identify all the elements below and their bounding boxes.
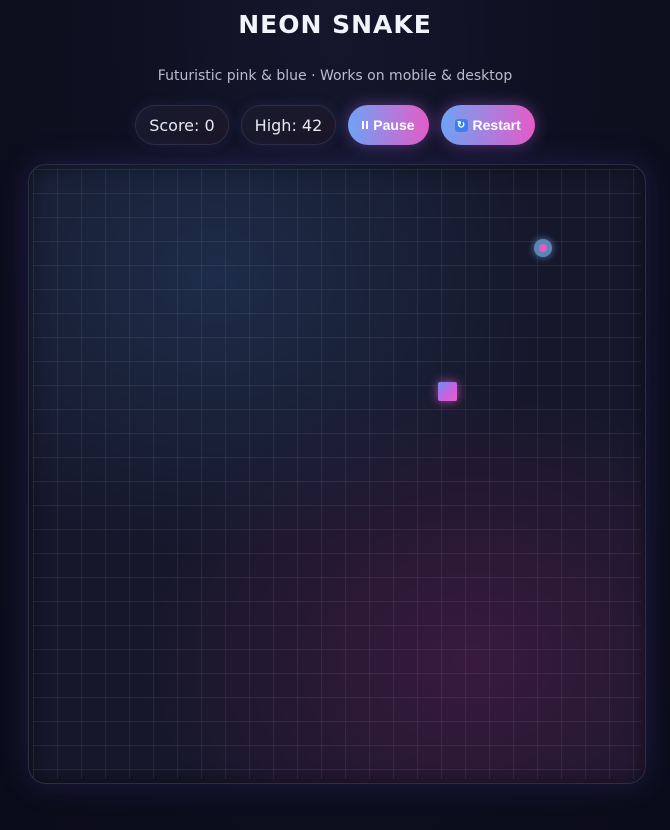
hud-bar: Score: 0 High: 42 Pause ↻ Restart — [0, 105, 670, 145]
restart-button[interactable]: ↻ Restart — [440, 105, 535, 145]
restart-icon: ↻ — [454, 118, 468, 132]
board-grid — [33, 169, 641, 779]
pause-button-label: Pause — [373, 117, 415, 133]
restart-button-label: Restart — [472, 117, 521, 133]
score-display: Score: 0 — [135, 105, 229, 145]
pause-button[interactable]: Pause — [348, 105, 429, 145]
food-pellet — [534, 239, 552, 257]
game-board[interactable] — [28, 164, 646, 784]
high-score-label: High: 42 — [254, 115, 323, 135]
page-title: NEON SNAKE — [238, 10, 432, 39]
high-score-display: High: 42 — [240, 105, 337, 145]
snake-head — [438, 382, 457, 401]
page-subtitle: Futuristic pink & blue · Works on mobile… — [157, 68, 513, 84]
pause-icon — [362, 121, 369, 129]
score-label: Score: 0 — [149, 115, 215, 135]
